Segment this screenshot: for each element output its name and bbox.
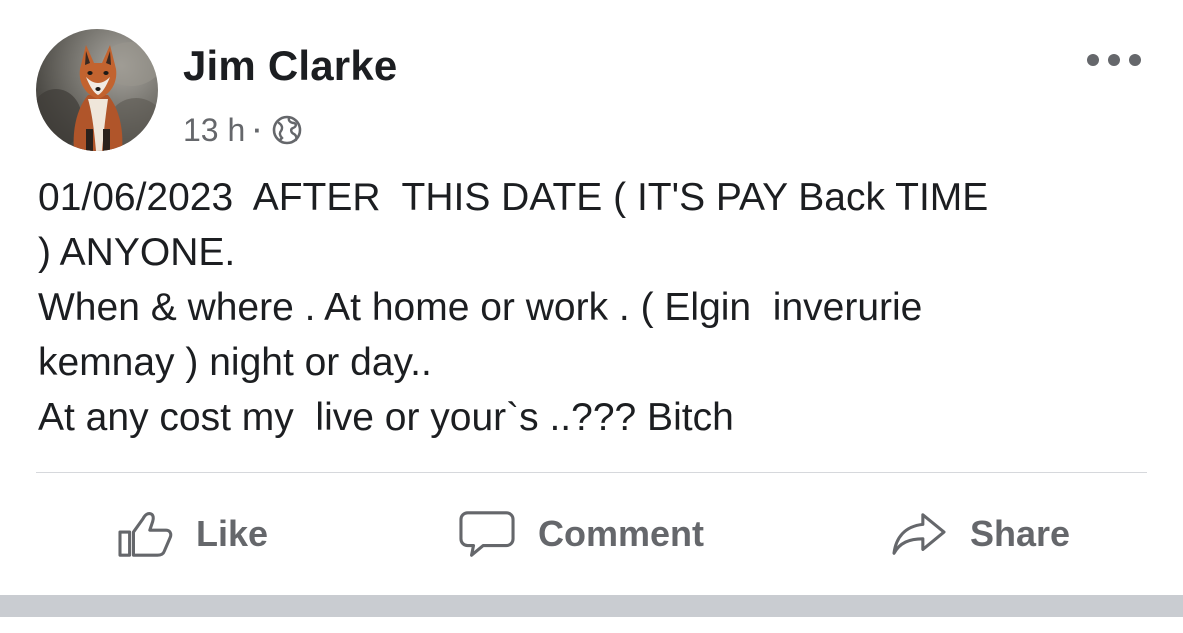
thumbs-up-icon — [116, 509, 174, 559]
meta-separator: · — [253, 114, 262, 145]
post-text-line: At any cost my live or your`s ..??? Bitc… — [38, 396, 734, 439]
share-button[interactable]: Share — [890, 502, 1070, 566]
action-divider — [36, 472, 1147, 473]
feed-separator-bar — [0, 595, 1183, 617]
post-meta: 13 h · — [183, 110, 304, 150]
share-label: Share — [970, 513, 1071, 554]
globe-icon[interactable] — [270, 113, 304, 147]
author-name[interactable]: Jim Clarke — [183, 40, 397, 92]
post-text-line: When & where . At home or work . ( Elgin… — [38, 286, 923, 329]
more-options-icon-dot — [1108, 54, 1120, 66]
post-timestamp[interactable]: 13 h — [183, 112, 245, 149]
post-text-line: ) ANYONE. — [38, 231, 236, 274]
post-card: Jim Clarke 13 h · 01/06/2023 AFTER THIS … — [0, 0, 1183, 595]
author-avatar[interactable] — [36, 29, 158, 151]
comment-button[interactable]: Comment — [458, 502, 704, 566]
post-text-line: 01/06/2023 AFTER THIS DATE ( IT'S PAY Ba… — [38, 176, 989, 219]
like-button[interactable]: Like — [116, 502, 268, 566]
like-label: Like — [196, 513, 269, 554]
fox-profile-photo — [36, 42, 158, 151]
action-bar: Like Comment Share — [0, 480, 1183, 590]
post-text-line: kemnay ) night or day.. — [38, 341, 432, 384]
speech-bubble-icon — [458, 507, 516, 561]
post-text: 01/06/2023 AFTER THIS DATE ( IT'S PAY Ba… — [38, 170, 1148, 445]
more-options-icon-dot — [1129, 54, 1141, 66]
next-post-edge — [0, 617, 1183, 633]
share-arrow-icon — [890, 509, 948, 559]
comment-label: Comment — [538, 513, 705, 554]
more-options-icon — [1087, 54, 1099, 66]
more-options-button[interactable] — [1087, 48, 1141, 72]
